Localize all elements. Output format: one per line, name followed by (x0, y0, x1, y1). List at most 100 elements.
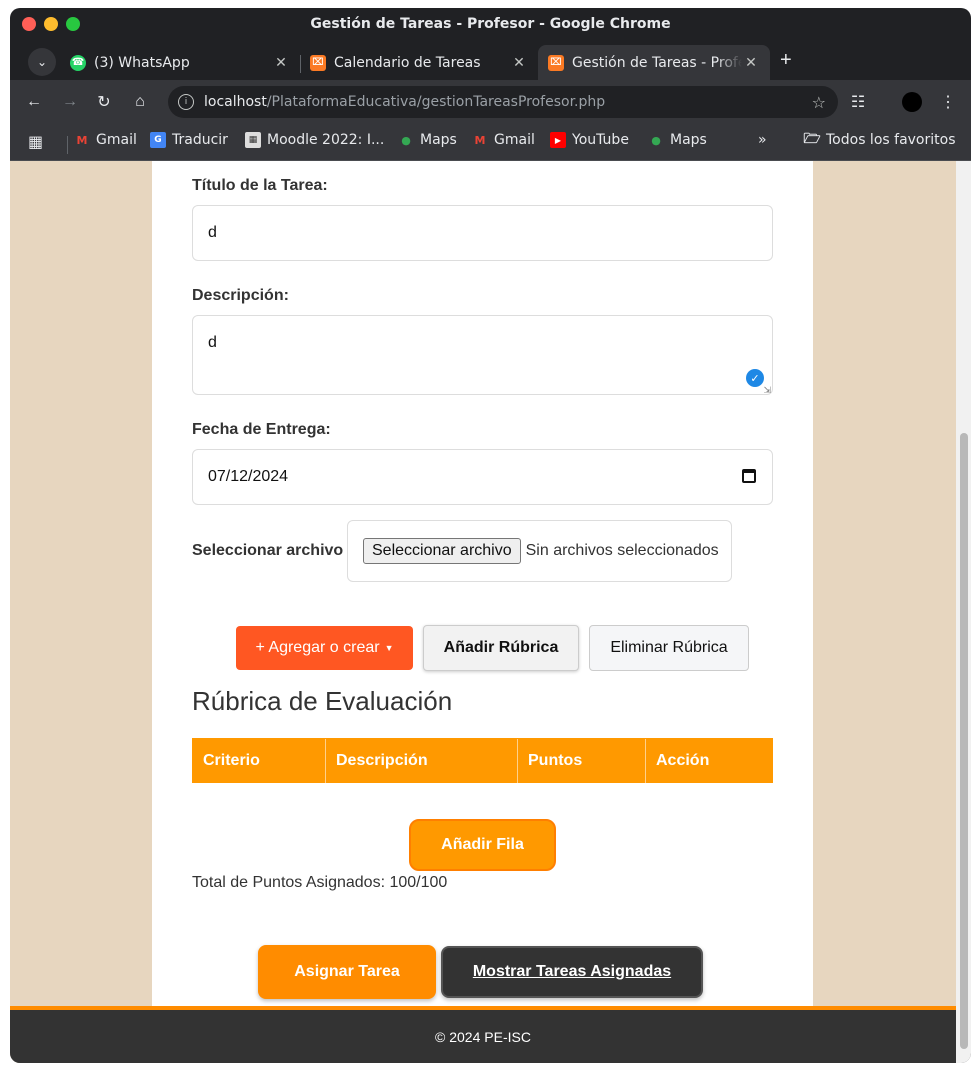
points-total: Total de Puntos Asignados: 100/100 (192, 874, 448, 891)
assign-task-button[interactable]: Asignar Tarea (258, 945, 436, 999)
window-controls (22, 17, 80, 31)
calendar-icon[interactable] (742, 469, 756, 483)
apps-button[interactable]: ▦ (28, 132, 43, 151)
home-icon: ⌂ (135, 93, 145, 110)
file-status: Sin archivos seleccionados (525, 542, 719, 559)
column-accion: Acción (656, 752, 710, 769)
check-badge-icon: ✓ (746, 369, 764, 387)
bookmark-youtube[interactable]: ▶ YouTube (550, 132, 629, 148)
browser-toolbar: ← → ↻ ⌂ i localhost/PlataformaEducativa/… (10, 80, 971, 124)
add-rubric-button[interactable]: Añadir Rúbrica (423, 625, 579, 671)
bookmark-label: YouTube (572, 132, 629, 148)
forward-button[interactable]: → (58, 90, 82, 114)
title-input[interactable]: d (192, 205, 773, 261)
column-criterio: Criterio (193, 739, 326, 783)
site-info-icon[interactable]: i (178, 94, 194, 110)
bookmark-moodle[interactable]: ▦ Moodle 2022: I... (245, 132, 384, 148)
description-textarea[interactable]: d ✓ ⇲ (192, 315, 773, 395)
kebab-menu-icon: ⋮ (940, 94, 956, 111)
due-date-label: Fecha de Entrega: (192, 421, 331, 438)
minimize-window-button[interactable] (44, 17, 58, 31)
moodle-icon: ▦ (245, 132, 261, 148)
due-date-value: 07/12/2024 (208, 468, 289, 485)
bookmarks-bar: ▦ M Gmail G Traducir ▦ Moodle 2022: I... ● M… (10, 124, 971, 161)
whatsapp-icon: ☎ (70, 54, 86, 71)
description-label: Descripción: (192, 287, 289, 304)
tab-whatsapp[interactable]: ☎ (3) WhatsApp ✕ (60, 45, 300, 80)
avatar (902, 92, 922, 112)
arrow-right-icon: → (62, 93, 78, 110)
bookmark-label: Moodle 2022: I... (267, 132, 385, 148)
folder-icon: 🗁 (803, 131, 821, 147)
profile-button[interactable] (900, 90, 924, 114)
tab-search-button[interactable]: ⌄ (28, 48, 56, 76)
maps-icon: ● (401, 133, 411, 147)
task-form-card: Título de la Tarea: d Descripción: d ✓ ⇲… (152, 161, 813, 1006)
bookmark-label: Maps (670, 132, 707, 148)
extensions-button[interactable]: ☷ (846, 90, 870, 114)
tab-label: Calendario de Tareas (334, 54, 481, 71)
close-window-button[interactable] (22, 17, 36, 31)
youtube-icon: ▶ (550, 132, 566, 148)
bookmark-label: Gmail (494, 132, 535, 148)
gmail-icon: M (76, 133, 88, 147)
back-button[interactable]: ← (22, 90, 46, 114)
xampp-icon: ⌧ (548, 54, 564, 71)
add-create-dropdown-button[interactable]: + Agregar o crear ▼ (236, 626, 413, 670)
window-title: Gestión de Tareas - Profesor - Google Ch… (310, 16, 671, 32)
choose-file-button[interactable]: Seleccionar archivo (363, 538, 521, 564)
due-date-input[interactable]: 07/12/2024 (192, 449, 773, 505)
gmail-icon: M (474, 133, 486, 147)
reload-button[interactable]: ↻ (92, 90, 116, 114)
bookmarks-overflow-button[interactable]: » (758, 132, 767, 148)
maps-icon: ● (651, 133, 661, 147)
title-label: Título de la Tarea: (192, 177, 328, 194)
browser-window: Gestión de Tareas - Profesor - Google Ch… (10, 8, 971, 1063)
close-icon[interactable]: ✕ (742, 55, 760, 71)
bookmark-maps-2[interactable]: ● Maps (648, 132, 707, 148)
puzzle-icon: ☷ (850, 94, 866, 111)
close-icon[interactable]: ✕ (510, 55, 528, 71)
rubric-heading: Rúbrica de Evaluación (192, 686, 453, 716)
resize-handle-icon[interactable]: ⇲ (763, 385, 771, 396)
show-assigned-tasks-button[interactable]: Mostrar Tareas Asignadas (441, 946, 703, 998)
bookmark-star-icon[interactable]: ☆ (812, 93, 826, 112)
bookmark-maps[interactable]: ● Maps (398, 132, 457, 148)
column-descripcion: Descripción (326, 739, 518, 783)
chevron-down-icon: ⌄ (36, 55, 48, 69)
xampp-icon: ⌧ (310, 54, 326, 71)
url-host: localhost (204, 94, 267, 110)
page-viewport: Título de la Tarea: d Descripción: d ✓ ⇲… (10, 161, 956, 1063)
page-footer: © 2024 PE-ISC (10, 1006, 956, 1063)
maximize-window-button[interactable] (66, 17, 80, 31)
menu-button[interactable]: ⋮ (936, 90, 960, 114)
tab-calendario[interactable]: ⌧ Calendario de Tareas ✕ (300, 45, 538, 80)
url-path: /PlataformaEducativa/gestionTareasProfes… (266, 94, 606, 110)
tab-label: Gestión de Tareas - Profe (572, 54, 742, 71)
close-icon[interactable]: ✕ (272, 55, 290, 71)
add-row-button[interactable]: Añadir Fila (409, 819, 556, 871)
title-bar: Gestión de Tareas - Profesor - Google Ch… (10, 8, 971, 40)
bookmark-gmail[interactable]: M Gmail (74, 132, 137, 148)
file-input: Seleccionar archivo Sin archivos selecci… (347, 520, 732, 582)
bookmark-label: Gmail (96, 132, 137, 148)
new-tab-button[interactable]: + (780, 50, 792, 70)
bookmark-label: Traducir (172, 132, 228, 148)
translate-icon: G (150, 132, 166, 148)
bookmark-separator (67, 136, 68, 154)
tab-strip: ⌄ ☎ (3) WhatsApp ✕ ⌧ Calendario de Tarea… (10, 40, 971, 80)
bookmark-traducir[interactable]: G Traducir (150, 132, 228, 148)
description-value: d (208, 334, 217, 351)
scrollbar-thumb[interactable] (960, 433, 968, 1049)
bookmark-gmail-2[interactable]: M Gmail (472, 132, 535, 148)
tab-label: (3) WhatsApp (94, 54, 190, 71)
address-bar[interactable]: i localhost/PlataformaEducativa/gestionT… (168, 86, 838, 118)
home-button[interactable]: ⌂ (128, 90, 152, 114)
footer-text: © 2024 PE-ISC (435, 1028, 531, 1045)
all-bookmarks-folder[interactable]: 🗁 Todos los favoritos (803, 131, 955, 148)
apps-grid-icon: ▦ (28, 132, 44, 151)
remove-rubric-button[interactable]: Eliminar Rúbrica (589, 625, 749, 671)
page-scrollbar[interactable] (956, 161, 971, 1063)
tab-gestion[interactable]: ⌧ Gestión de Tareas - Profe ✕ (538, 45, 770, 80)
bookmark-label: Maps (420, 132, 457, 148)
